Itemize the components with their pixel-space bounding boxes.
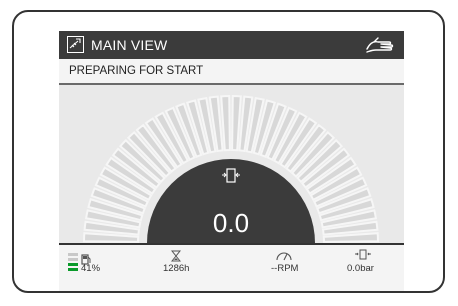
header-title: MAIN VIEW <box>91 37 168 53</box>
hourglass-icon <box>171 250 181 262</box>
info-bar: 41% 1286h --RPM 0.0bar <box>59 243 404 291</box>
status-bar: PREPARING FOR START <box>59 59 404 85</box>
display-screen: MAIN VIEW PREPARING FOR START 0.0 41% 12… <box>59 31 404 291</box>
hand-icon[interactable] <box>364 35 394 55</box>
engine-hours: 1286h <box>163 263 190 274</box>
pressure-bar: 0.0bar <box>347 263 374 274</box>
main-view-icon[interactable] <box>67 36 84 53</box>
header-bar: MAIN VIEW <box>59 31 404 59</box>
rpm-value: --RPM <box>271 263 299 274</box>
pressure-value: 0.0 <box>212 208 250 238</box>
status-text: PREPARING FOR START <box>69 65 204 77</box>
rpm-gauge-icon <box>276 252 292 261</box>
fuel-level: 41% <box>81 263 101 274</box>
pressure-small-icon <box>355 249 371 260</box>
